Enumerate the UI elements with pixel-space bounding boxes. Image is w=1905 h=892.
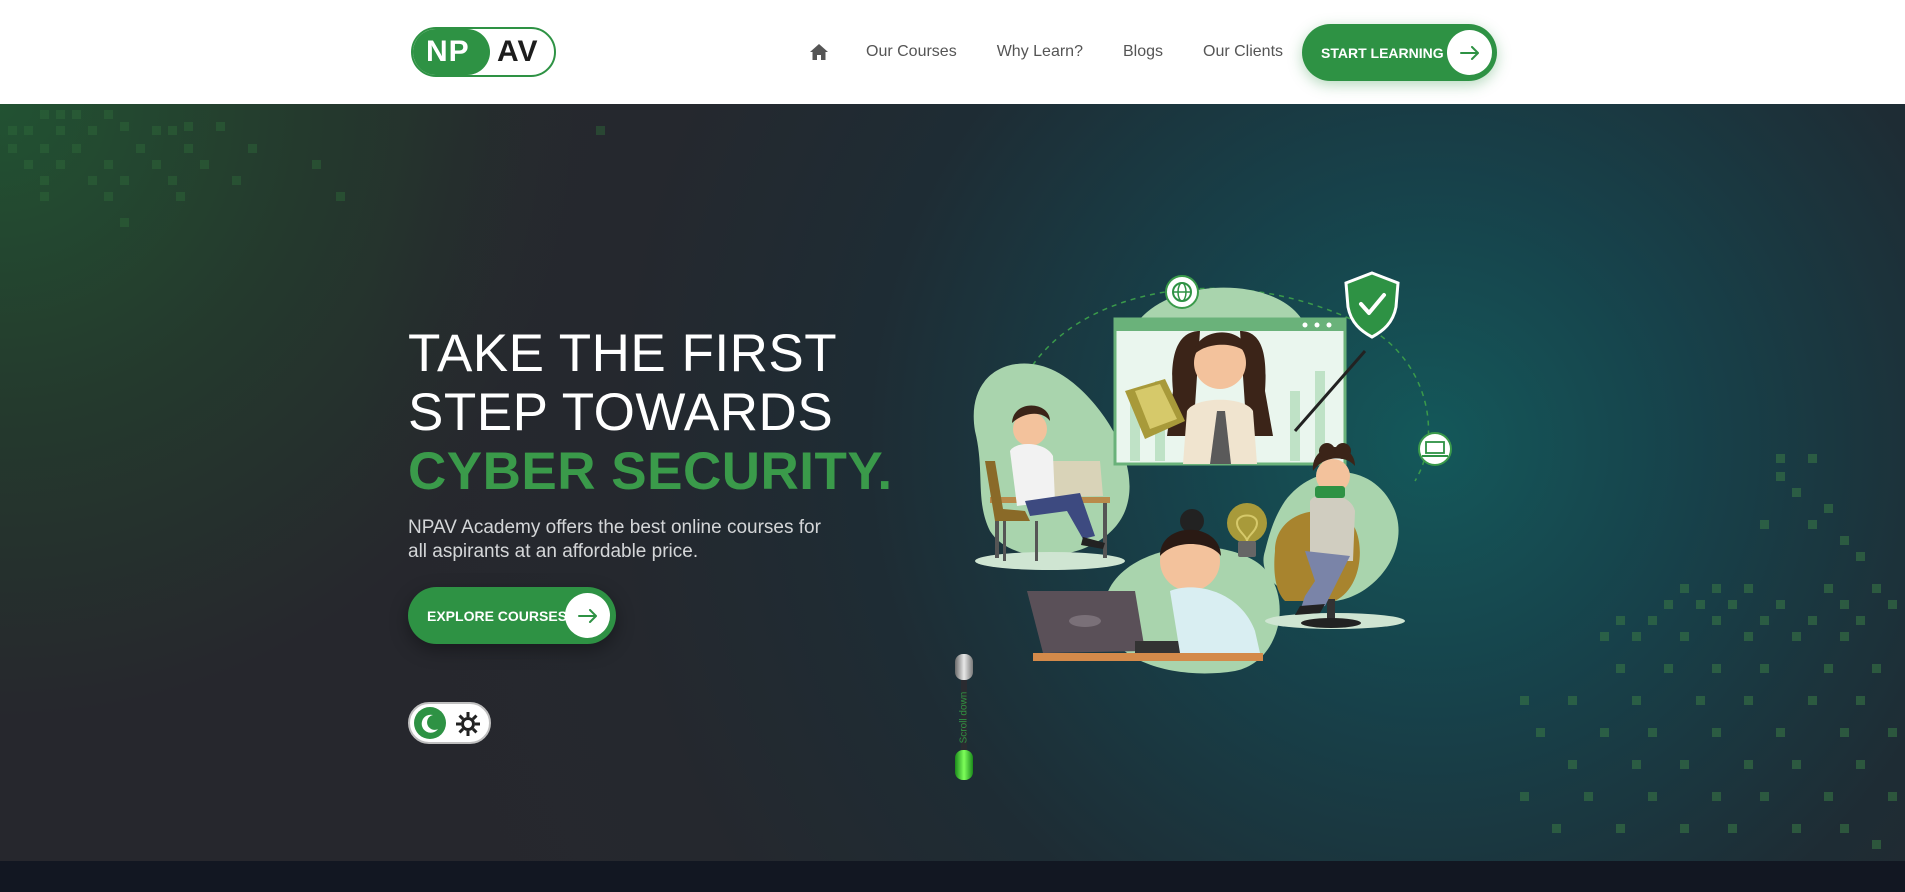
headline-line-1: TAKE THE FIRST	[408, 324, 838, 383]
hero-subtitle: NPAV Academy offers the best online cour…	[408, 517, 821, 562]
logo-av: AV	[497, 35, 539, 68]
sun-icon	[454, 710, 482, 738]
start-learning-button[interactable]: START LEARNING	[1302, 24, 1497, 81]
hero-section: TAKE THE FIRST STEP TOWARDS CYBER SECURI…	[0, 104, 1905, 861]
nav-why-learn[interactable]: Why Learn?	[997, 43, 1083, 61]
nav-our-courses[interactable]: Our Courses	[866, 43, 957, 61]
nav-blogs[interactable]: Blogs	[1123, 43, 1163, 61]
headline-line-2: STEP TOWARDS	[408, 383, 834, 442]
hero-headline: TAKE THE FIRST STEP TOWARDS CYBER SECURI…	[408, 324, 893, 501]
arrow-right-icon	[565, 593, 610, 638]
moon-icon	[414, 707, 446, 739]
start-learning-label: START LEARNING	[1321, 44, 1444, 61]
main-nav: Our Courses Why Learn? Blogs Our Clients	[808, 24, 1303, 80]
home-icon[interactable]	[808, 41, 830, 63]
logo-np: NP	[413, 29, 490, 75]
nav-our-clients[interactable]: Our Clients	[1203, 43, 1283, 61]
npav-logo[interactable]: NP AV	[411, 27, 556, 77]
theme-toggle[interactable]	[408, 702, 491, 744]
site-header: NP AV Our Courses Why Learn? Blogs Our C…	[0, 0, 1905, 104]
arrow-right-icon	[1447, 30, 1492, 75]
headline-accent: CYBER SECURITY.	[408, 442, 893, 501]
online-learning-illustration	[973, 271, 1452, 674]
explore-courses-button[interactable]: EXPLORE COURSES	[408, 587, 616, 644]
explore-courses-label: EXPLORE COURSES	[427, 607, 568, 624]
next-section-band	[0, 861, 1905, 892]
